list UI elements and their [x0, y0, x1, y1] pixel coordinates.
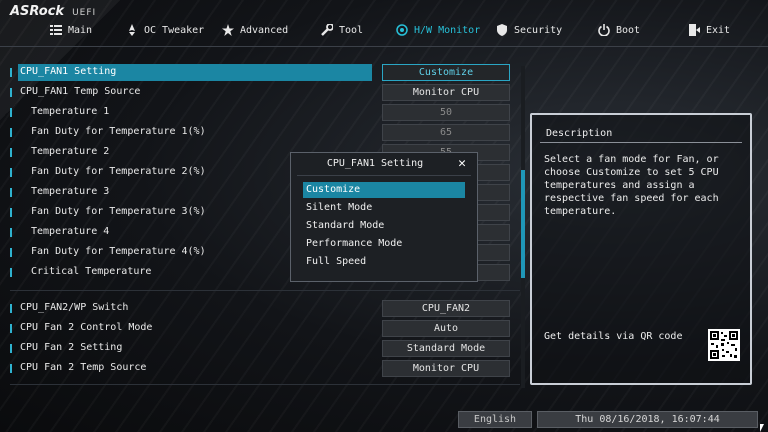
setting-label: CPU Fan 2 Control Mode — [20, 322, 153, 333]
setting-label: Fan Duty for Temperature 2(%) — [31, 166, 206, 177]
description-text: Select a fan mode for Fan, or choose Cus… — [544, 154, 719, 217]
row-marker — [10, 344, 12, 353]
setting-label: CPU Fan 2 Temp Source — [20, 362, 147, 373]
datetime-display: Thu 08/16/2018, 16:07:44 — [537, 411, 758, 428]
setting-row[interactable]: CPU_FAN2/WP Switch CPU_FAN2 — [10, 300, 520, 318]
tab-boot-label: Boot — [616, 24, 641, 36]
setting-value[interactable]: Monitor CPU — [382, 84, 510, 101]
row-marker — [10, 128, 12, 137]
setting-label: CPU Fan 2 Setting — [20, 342, 123, 353]
qr-code — [708, 329, 740, 361]
description-title: Description — [546, 128, 613, 139]
row-marker — [10, 188, 12, 197]
setting-row[interactable]: CPU Fan 2 Control Mode Auto — [10, 320, 520, 338]
close-icon[interactable]: ✕ — [455, 157, 469, 171]
tab-main[interactable]: Main — [50, 20, 92, 40]
setting-label: CPU_FAN1 Setting — [20, 66, 117, 77]
monitor-icon — [396, 24, 408, 36]
tab-exit-label: Exit — [706, 24, 731, 36]
option-silent-mode[interactable]: Silent Mode — [303, 200, 465, 216]
language-selector[interactable]: English — [458, 411, 532, 428]
list-icon — [50, 24, 62, 36]
setting-label: Fan Duty for Temperature 3(%) — [31, 206, 206, 217]
row-marker — [10, 248, 12, 257]
setting-value[interactable]: 65 — [382, 124, 510, 141]
row-marker — [10, 208, 12, 217]
setting-label: Fan Duty for Temperature 4(%) — [31, 246, 206, 257]
tab-oc-tweaker[interactable]: OC Tweaker — [126, 20, 204, 40]
tab-tool[interactable]: Tool — [321, 20, 363, 40]
setting-label: CPU_FAN2/WP Switch — [20, 302, 129, 313]
setting-label: Temperature 2 — [31, 146, 110, 157]
wrench-icon — [321, 23, 334, 36]
description-panel: Description Select a fan mode for Fan, o… — [530, 113, 752, 385]
setting-row[interactable]: Fan Duty for Temperature 1(%) 65 — [10, 124, 520, 142]
tab-hw-monitor-label: H/W Monitor — [414, 24, 481, 36]
shield-icon — [496, 24, 508, 36]
row-marker — [10, 148, 12, 157]
row-marker — [10, 168, 12, 177]
option-full-speed[interactable]: Full Speed — [303, 254, 465, 270]
setting-row[interactable]: CPU_FAN1 Setting Customize — [10, 64, 520, 82]
tab-tool-label: Tool — [339, 24, 364, 36]
tab-exit[interactable]: Exit — [688, 20, 730, 40]
setting-value[interactable]: Auto — [382, 320, 510, 337]
tab-advanced[interactable]: Advanced — [222, 20, 288, 40]
setting-value[interactable]: 50 — [382, 104, 510, 121]
fan-setting-dialog: CPU_FAN1 Setting ✕ Customize Silent Mode… — [290, 152, 478, 282]
description-divider — [540, 142, 742, 143]
dialog-divider — [297, 175, 471, 176]
nav-divider — [0, 46, 768, 47]
rocket-icon — [126, 24, 138, 36]
brand-logo: ASRock UEFI — [10, 4, 97, 19]
section-divider — [10, 384, 520, 385]
brand-sub: UEFI — [72, 8, 97, 18]
qr-caption: Get details via QR code — [544, 331, 683, 342]
scrollbar-thumb[interactable] — [521, 170, 525, 278]
tab-oc-tweaker-label: OC Tweaker — [144, 24, 205, 36]
tab-main-label: Main — [68, 24, 93, 36]
tab-hw-monitor[interactable]: H/W Monitor — [396, 20, 480, 40]
row-marker — [10, 68, 12, 77]
dialog-title: CPU_FAN1 Setting — [326, 158, 424, 169]
setting-label: Temperature 1 — [31, 106, 110, 117]
setting-row[interactable]: Temperature 1 50 — [10, 104, 520, 122]
mouse-cursor-icon — [760, 424, 764, 432]
exit-icon — [688, 24, 700, 36]
setting-value[interactable]: Standard Mode — [382, 340, 510, 357]
star-icon — [222, 24, 234, 36]
brand-name: ASRock — [10, 4, 65, 19]
setting-label: Critical Temperature — [31, 266, 152, 277]
setting-label: Fan Duty for Temperature 1(%) — [31, 126, 206, 137]
setting-label: Temperature 4 — [31, 226, 110, 237]
option-performance-mode[interactable]: Performance Mode — [303, 236, 465, 252]
power-icon — [598, 24, 610, 37]
tab-boot[interactable]: Boot — [598, 20, 640, 40]
setting-value[interactable]: Customize — [382, 64, 510, 81]
tab-security-label: Security — [514, 24, 563, 36]
setting-row[interactable]: CPU Fan 2 Temp Source Monitor CPU — [10, 360, 520, 378]
top-nav: Main OC Tweaker Advanced Tool H/W Monito… — [0, 18, 768, 44]
setting-label: CPU_FAN1 Temp Source — [20, 86, 141, 97]
row-marker — [10, 88, 12, 97]
option-customize[interactable]: Customize — [303, 182, 465, 198]
section-divider — [10, 290, 520, 291]
row-marker — [10, 108, 12, 117]
option-standard-mode[interactable]: Standard Mode — [303, 218, 465, 234]
setting-value[interactable]: CPU_FAN2 — [382, 300, 510, 317]
setting-row[interactable]: CPU Fan 2 Setting Standard Mode — [10, 340, 520, 358]
row-marker — [10, 228, 12, 237]
tab-advanced-label: Advanced — [240, 24, 289, 36]
setting-row[interactable]: CPU_FAN1 Temp Source Monitor CPU — [10, 84, 520, 102]
row-marker — [10, 268, 12, 277]
setting-value[interactable]: Monitor CPU — [382, 360, 510, 377]
row-marker — [10, 324, 12, 333]
row-marker — [10, 364, 12, 373]
setting-label: Temperature 3 — [31, 186, 110, 197]
tab-security[interactable]: Security — [496, 20, 562, 40]
row-marker — [10, 304, 12, 313]
